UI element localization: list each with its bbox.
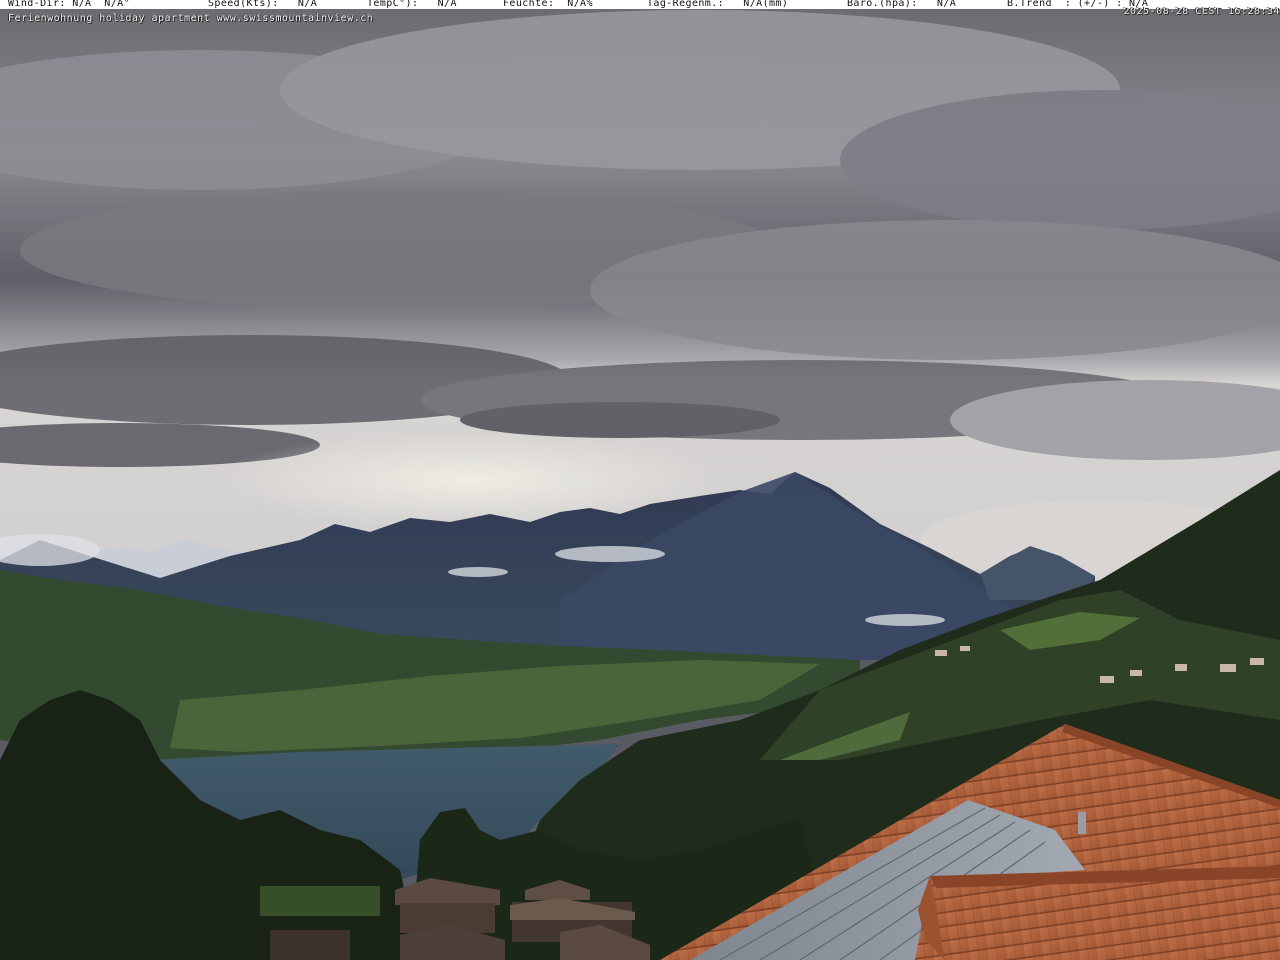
- wind-speed: Speed(Kts): N/A: [208, 0, 318, 9]
- daily-rain: Tag-Regenm.: N/A(mm): [647, 0, 789, 9]
- temperature: TempC°): N/A: [367, 0, 457, 9]
- cloud-layer: [0, 10, 1280, 467]
- lower-roof: [918, 866, 1280, 960]
- timestamp: 2025-08-28 CEST 16:28:34: [1123, 6, 1280, 17]
- barometer: Baro.(hpa): N/A: [847, 0, 957, 9]
- webcam-image: [0, 0, 1280, 960]
- webcam-caption: Ferienwohnung holiday apartment www.swis…: [8, 13, 374, 24]
- webcam-view: Wind-Dir: N/A N/A° Speed(Kts): N/A TempC…: [0, 0, 1280, 960]
- weather-data-bar: Wind-Dir: N/A N/A° Speed(Kts): N/A TempC…: [0, 0, 1280, 9]
- humidity: Feuchte: N/A%: [503, 0, 593, 9]
- wind-direction: Wind-Dir: N/A N/A°: [8, 0, 130, 9]
